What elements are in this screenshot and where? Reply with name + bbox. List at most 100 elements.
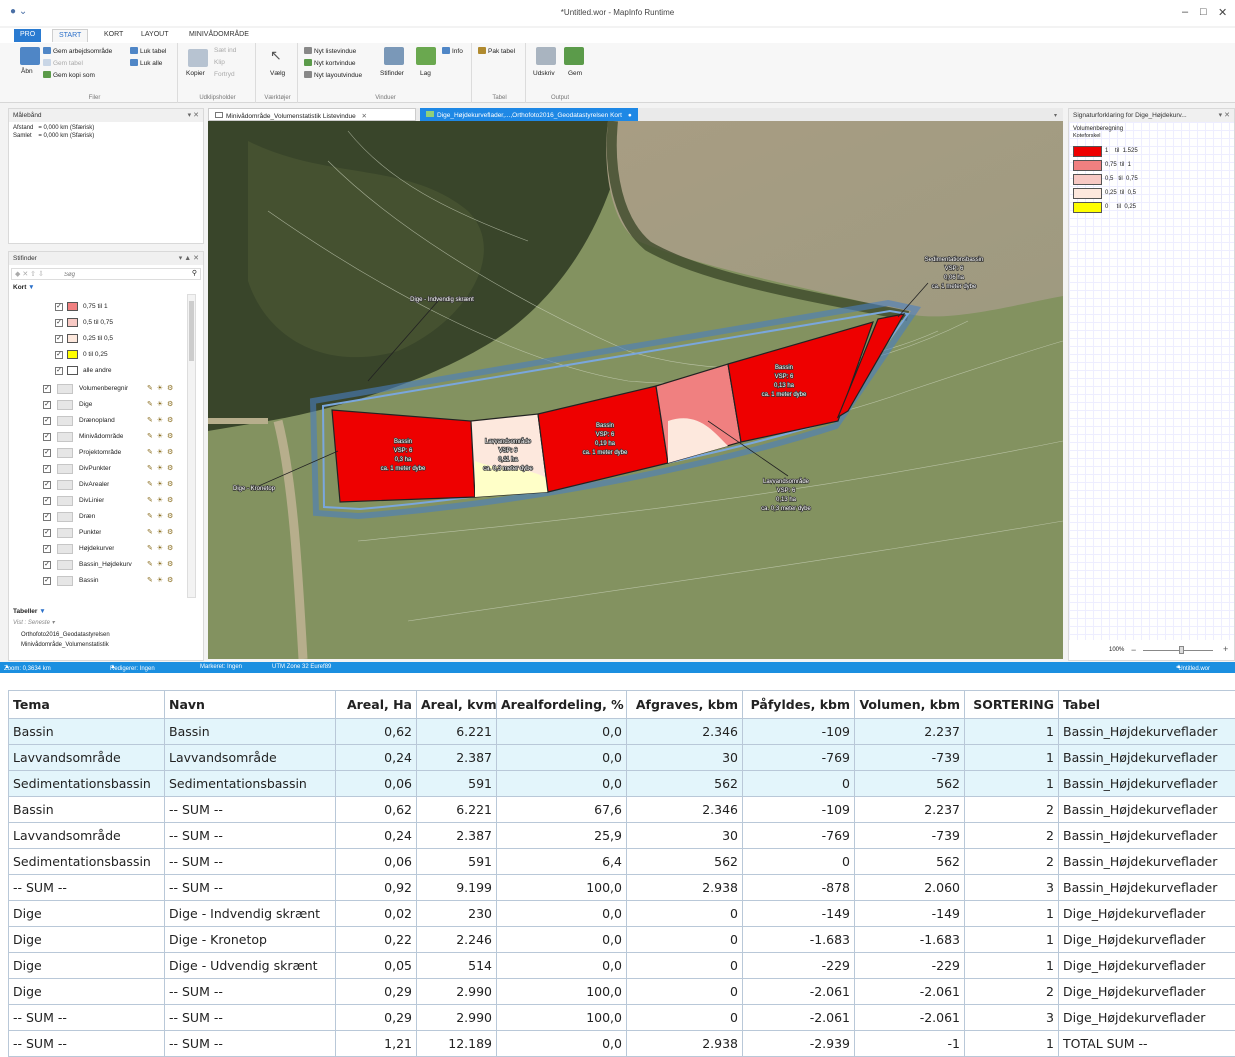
table-cell[interactable]: 591 [417, 849, 497, 875]
table-cell[interactable]: 0,0 [497, 901, 627, 927]
table-cell[interactable]: Sedimentationsbassin [9, 771, 165, 797]
layer-item[interactable]: ✓DivLinier✎ ☀ ⚙ [9, 494, 199, 510]
table-cell[interactable]: 2.387 [417, 823, 497, 849]
table-cell[interactable]: 6.221 [417, 797, 497, 823]
layer-item[interactable]: ✓Minivådområde✎ ☀ ⚙ [9, 430, 199, 446]
table-cell[interactable]: -1.683 [855, 927, 965, 953]
table-cell[interactable]: Bassin_Højdekurveflader [1059, 875, 1235, 901]
column-header[interactable]: Navn [165, 691, 336, 719]
table-cell[interactable]: -109 [743, 797, 855, 823]
table-cell[interactable]: 1 [965, 953, 1059, 979]
legend-panel-controls-icon[interactable]: ▾ ✕ [1219, 111, 1230, 119]
table-cell[interactable]: -- SUM -- [9, 1031, 165, 1057]
new-list-window-button[interactable]: Nyt listevindue [304, 47, 356, 55]
theme-checkbox[interactable]: ✓ [55, 335, 63, 343]
table-cell[interactable]: -149 [855, 901, 965, 927]
table-cell[interactable]: 0,22 [336, 927, 417, 953]
table-cell[interactable]: 562 [627, 771, 743, 797]
table-cell[interactable]: 514 [417, 953, 497, 979]
layer-item[interactable]: ✓Projektområde✎ ☀ ⚙ [9, 446, 199, 462]
panel-close-icon[interactable]: ▾ ✕ [188, 111, 199, 119]
table-cell[interactable]: -739 [855, 745, 965, 771]
table-cell[interactable]: 2.346 [627, 719, 743, 745]
table-cell[interactable]: -- SUM -- [165, 1031, 336, 1057]
tables-section-label[interactable]: Tabeller ▼ [13, 608, 46, 615]
table-cell[interactable]: -229 [855, 953, 965, 979]
table-cell[interactable]: Bassin [9, 719, 165, 745]
table-cell[interactable]: 6.221 [417, 719, 497, 745]
minimize-icon[interactable]: – [1182, 6, 1188, 18]
layers-button[interactable]: Lag [420, 70, 431, 77]
table-row[interactable]: -- SUM ---- SUM --1,2112.1890,02.938-2.9… [9, 1031, 1235, 1057]
close-all-button[interactable]: Luk alle [130, 59, 162, 67]
map-scroll-chevron-icon[interactable]: ▾ [1054, 112, 1057, 119]
table-cell[interactable]: Bassin_Højdekurveflader [1059, 823, 1235, 849]
table-cell[interactable]: 0,0 [497, 771, 627, 797]
tab-kort[interactable]: KORT [98, 29, 129, 42]
table-cell[interactable]: -1.683 [743, 927, 855, 953]
table-cell[interactable]: Bassin_Højdekurveflader [1059, 849, 1235, 875]
theme-item[interactable]: ✓0,75 til 1 [9, 300, 199, 316]
table-cell[interactable]: 0,24 [336, 745, 417, 771]
basin-polygon[interactable] [332, 410, 475, 502]
table-cell[interactable]: 2.246 [417, 927, 497, 953]
layer-tool-icons[interactable]: ✎ ☀ ⚙ [147, 496, 174, 504]
table-cell[interactable]: 0,06 [336, 771, 417, 797]
layer-visibility-checkbox[interactable]: ✓ [43, 529, 51, 537]
table-row[interactable]: Lavvandsområde-- SUM --0,242.38725,930-7… [9, 823, 1235, 849]
table-cell[interactable]: 1 [965, 901, 1059, 927]
maximize-icon[interactable]: □ [1200, 6, 1207, 18]
status-workspace[interactable]: *Untitled.wor ▲ [1176, 664, 1182, 670]
table-cell[interactable]: -- SUM -- [165, 849, 336, 875]
table-cell[interactable]: 2.060 [855, 875, 965, 901]
tab-list-window[interactable]: Minivådområde_Volumenstatistik Listevind… [208, 108, 416, 121]
layer-visibility-checkbox[interactable]: ✓ [43, 433, 51, 441]
column-header[interactable]: Tabel [1059, 691, 1235, 719]
table-cell[interactable]: 230 [417, 901, 497, 927]
table-cell[interactable]: Sedimentationsbassin [9, 849, 165, 875]
table-cell[interactable]: 2.938 [627, 875, 743, 901]
table-cell[interactable]: -109 [743, 719, 855, 745]
column-header[interactable]: Areal, kvm [417, 691, 497, 719]
table-cell[interactable]: -769 [743, 745, 855, 771]
table-cell[interactable]: Dige - Udvendig skrænt [165, 953, 336, 979]
copy-button[interactable]: Kopier [186, 70, 205, 77]
layer-item[interactable]: ✓Volumenberegnir✎ ☀ ⚙ [9, 382, 199, 398]
layer-item[interactable]: ✓Bassin✎ ☀ ⚙ [9, 574, 199, 590]
table-cell[interactable]: 0 [743, 849, 855, 875]
table-cell[interactable]: -739 [855, 823, 965, 849]
table-cell[interactable]: 25,9 [497, 823, 627, 849]
table-row[interactable]: BassinBassin0,626.2210,02.346-1092.2371B… [9, 719, 1235, 745]
layer-tool-icons[interactable]: ✎ ☀ ⚙ [147, 544, 174, 552]
layer-visibility-checkbox[interactable]: ✓ [43, 385, 51, 393]
table-row[interactable]: DigeDige - Indvendig skrænt0,022300,00-1… [9, 901, 1235, 927]
copy-icon[interactable] [188, 49, 208, 67]
column-header[interactable]: Afgraves, kbm [627, 691, 743, 719]
table-cell[interactable]: 1,21 [336, 1031, 417, 1057]
layer-visibility-checkbox[interactable]: ✓ [43, 465, 51, 473]
table-cell[interactable]: -149 [743, 901, 855, 927]
table-cell[interactable]: TOTAL SUM -- [1059, 1031, 1235, 1057]
table-cell[interactable]: 2.387 [417, 745, 497, 771]
print-button[interactable]: Udskriv [533, 70, 555, 77]
table-cell[interactable]: 0,0 [497, 953, 627, 979]
table-cell[interactable]: 2.237 [855, 797, 965, 823]
table-cell[interactable]: Dige - Kronetop [165, 927, 336, 953]
layer-item[interactable]: ✓Drænopland✎ ☀ ⚙ [9, 414, 199, 430]
status-zoom[interactable]: Zoom: 0,3634 km ▲ [4, 664, 10, 670]
table-cell[interactable]: 0,0 [497, 1031, 627, 1057]
table-cell[interactable]: 0 [627, 953, 743, 979]
theme-item[interactable]: ✓alle andre [9, 364, 199, 380]
layer-visibility-checkbox[interactable]: ✓ [43, 577, 51, 585]
table-cell[interactable]: 1 [965, 927, 1059, 953]
column-header[interactable]: Areal, Ha [336, 691, 417, 719]
table-cell[interactable]: 2.938 [627, 1031, 743, 1057]
layer-tool-icons[interactable]: ✎ ☀ ⚙ [147, 384, 174, 392]
table-cell[interactable]: -- SUM -- [9, 875, 165, 901]
table-cell[interactable]: 30 [627, 745, 743, 771]
table-cell[interactable]: Dige [9, 953, 165, 979]
save-icon[interactable] [564, 47, 584, 65]
table-cell[interactable]: Dige - Indvendig skrænt [165, 901, 336, 927]
table-cell[interactable]: Bassin [9, 797, 165, 823]
table-row[interactable]: Bassin-- SUM --0,626.22167,62.346-1092.2… [9, 797, 1235, 823]
